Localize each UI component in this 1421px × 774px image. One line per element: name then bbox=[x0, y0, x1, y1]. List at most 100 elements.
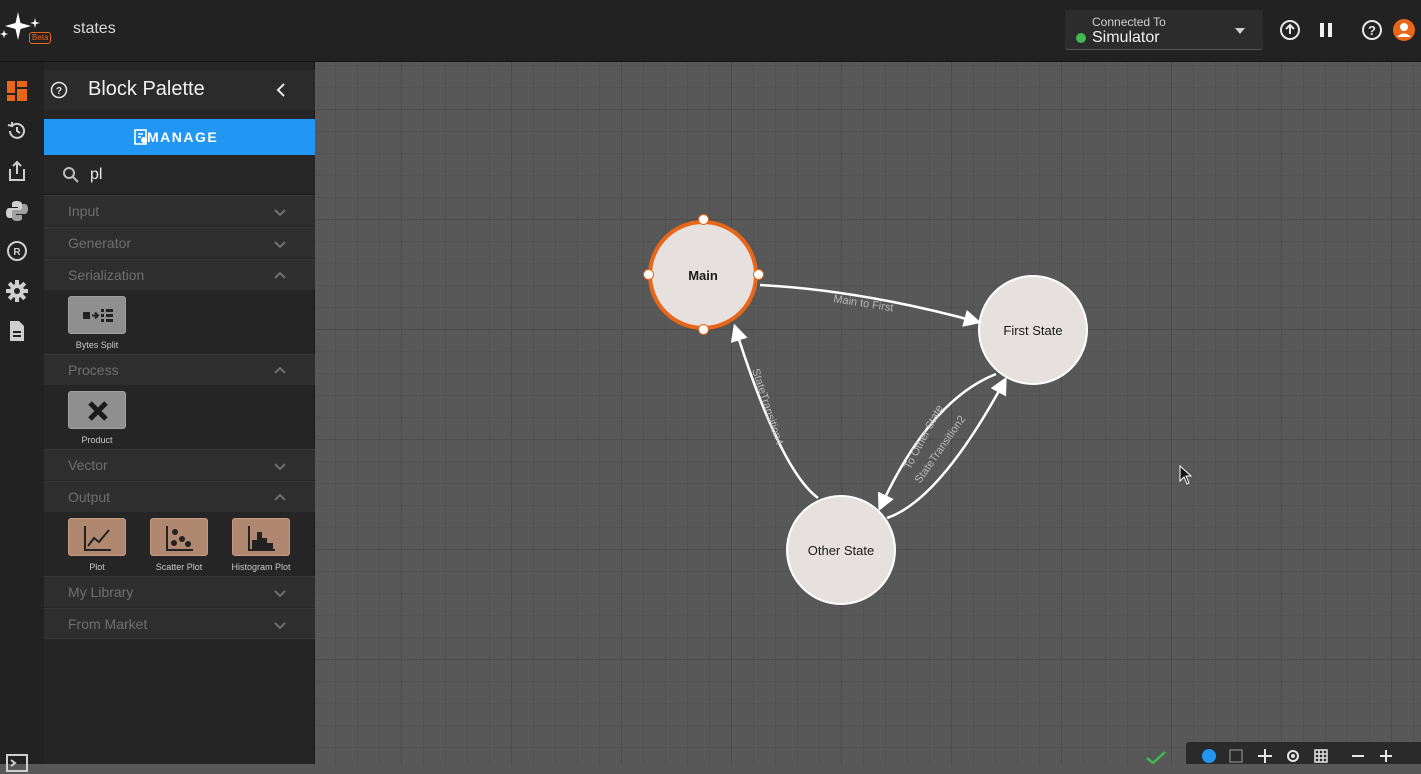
bytes-split-icon bbox=[83, 309, 113, 322]
info-icon[interactable] bbox=[1202, 749, 1216, 763]
help-icon[interactable]: ? bbox=[1360, 18, 1384, 42]
manage-button-label: MANAGE bbox=[147, 129, 219, 145]
block-label: Scatter Plot bbox=[155, 562, 203, 572]
manage-button[interactable]: MANAGE bbox=[44, 119, 315, 155]
category-label: Vector bbox=[68, 457, 108, 473]
help-icon[interactable]: ? bbox=[50, 81, 68, 99]
chevron-down-icon bbox=[274, 209, 286, 217]
line-chart-icon bbox=[84, 526, 111, 551]
block-product[interactable]: Product bbox=[57, 391, 137, 451]
connection-label: Connected To bbox=[1092, 15, 1166, 29]
category-label: Process bbox=[68, 362, 119, 378]
python-icon[interactable] bbox=[6, 200, 28, 222]
search-icon bbox=[63, 167, 79, 183]
connection-handle[interactable] bbox=[698, 214, 709, 225]
block-label: Histogram Plot bbox=[231, 562, 291, 572]
state-node-label: Main bbox=[688, 267, 718, 283]
category-vector[interactable]: Vector bbox=[44, 449, 315, 480]
palette-title: Block Palette bbox=[88, 78, 205, 100]
connection-handle[interactable] bbox=[698, 324, 709, 335]
block-tile bbox=[232, 518, 290, 556]
registry-icon[interactable]: R bbox=[6, 240, 28, 262]
category-label: Generator bbox=[68, 235, 132, 251]
search-input[interactable] bbox=[90, 163, 290, 187]
category-label: Output bbox=[68, 489, 111, 505]
state-canvas[interactable] bbox=[316, 62, 1421, 764]
locate-icon[interactable] bbox=[1286, 749, 1300, 763]
category-input[interactable]: Input bbox=[44, 195, 315, 226]
export-icon[interactable] bbox=[6, 160, 28, 182]
settings-icon[interactable] bbox=[6, 280, 28, 302]
block-palette: ? Block Palette MANAGE Input Generator S… bbox=[44, 62, 315, 764]
grid-icon[interactable] bbox=[1314, 749, 1328, 763]
chevron-down-icon bbox=[274, 590, 286, 598]
svg-text:?: ? bbox=[56, 86, 62, 97]
block-histogram-plot[interactable]: Histogram Plot bbox=[221, 518, 301, 578]
chevron-down-icon bbox=[1235, 28, 1245, 34]
block-tile bbox=[150, 518, 208, 556]
chevron-down-icon bbox=[274, 622, 286, 630]
top-bar: Beta states Connected To Simulator ? bbox=[0, 0, 1421, 62]
histogram-icon bbox=[248, 526, 275, 551]
category-label: Input bbox=[68, 203, 100, 219]
chevron-up-icon bbox=[274, 366, 286, 374]
state-node-first-state[interactable]: First State bbox=[978, 275, 1088, 385]
category-label: My Library bbox=[68, 584, 134, 600]
category-label: From Market bbox=[68, 616, 148, 632]
category-generator[interactable]: Generator bbox=[44, 227, 315, 258]
category-from-market[interactable]: From Market bbox=[44, 608, 315, 639]
block-plot[interactable]: Plot bbox=[57, 518, 137, 578]
block-scatter-plot[interactable]: Scatter Plot bbox=[139, 518, 219, 578]
category-my-library[interactable]: My Library bbox=[44, 576, 315, 607]
collapse-left-icon[interactable] bbox=[274, 82, 288, 98]
dashboard-icon[interactable] bbox=[6, 80, 28, 102]
connection-handle[interactable] bbox=[753, 269, 764, 280]
canvas-controls bbox=[1186, 742, 1421, 764]
connection-handle[interactable] bbox=[643, 269, 654, 280]
svg-text:R: R bbox=[13, 247, 21, 258]
block-tile bbox=[68, 296, 126, 334]
block-label: Bytes Split bbox=[75, 340, 119, 350]
state-node-label: Other State bbox=[807, 542, 875, 558]
connection-value: Simulator bbox=[1092, 29, 1160, 46]
user-avatar-icon[interactable] bbox=[1392, 18, 1416, 42]
palette-header: ? Block Palette bbox=[44, 70, 315, 110]
scatter-icon bbox=[166, 526, 193, 551]
chevron-down-icon bbox=[274, 241, 286, 249]
chevron-down-icon bbox=[274, 463, 286, 471]
beta-badge: Beta bbox=[29, 32, 52, 44]
chevron-up-icon bbox=[274, 493, 286, 501]
block-tile bbox=[68, 518, 126, 556]
terminal-icon[interactable] bbox=[6, 752, 28, 774]
block-tile bbox=[68, 391, 126, 429]
palette-search bbox=[44, 155, 315, 195]
move-icon[interactable] bbox=[1258, 749, 1272, 763]
document-icon[interactable] bbox=[6, 320, 28, 342]
chevron-up-icon bbox=[274, 271, 286, 279]
svg-text:?: ? bbox=[1368, 23, 1376, 38]
table-icon[interactable] bbox=[1229, 749, 1243, 763]
state-node-other-state[interactable]: Other State bbox=[786, 495, 896, 605]
category-process[interactable]: Process bbox=[44, 354, 315, 385]
state-node-main[interactable]: Main bbox=[648, 220, 758, 330]
category-label: Serialization bbox=[68, 267, 145, 283]
zoom-in-icon[interactable] bbox=[1379, 749, 1393, 763]
block-bytes-split[interactable]: Bytes Split bbox=[57, 296, 137, 356]
close-x-icon bbox=[88, 401, 108, 421]
category-output[interactable]: Output bbox=[44, 481, 315, 512]
block-label: Product bbox=[81, 435, 113, 445]
connection-selector[interactable]: Connected To Simulator bbox=[1065, 10, 1263, 50]
state-node-label: First State bbox=[1003, 322, 1063, 338]
app-logo[interactable]: Beta bbox=[0, 12, 56, 48]
zoom-out-icon[interactable] bbox=[1351, 749, 1365, 763]
project-title[interactable]: states bbox=[73, 20, 116, 38]
connection-status-dot bbox=[1076, 33, 1086, 43]
check-icon bbox=[1146, 751, 1166, 764]
block-label: Plot bbox=[89, 562, 105, 572]
category-serialization[interactable]: Serialization bbox=[44, 259, 315, 290]
history-icon[interactable] bbox=[6, 120, 28, 142]
mouse-cursor-icon bbox=[1179, 465, 1193, 485]
pause-icon[interactable] bbox=[1314, 18, 1338, 42]
left-rail: R bbox=[0, 62, 44, 772]
upload-circle-icon[interactable] bbox=[1278, 18, 1302, 42]
